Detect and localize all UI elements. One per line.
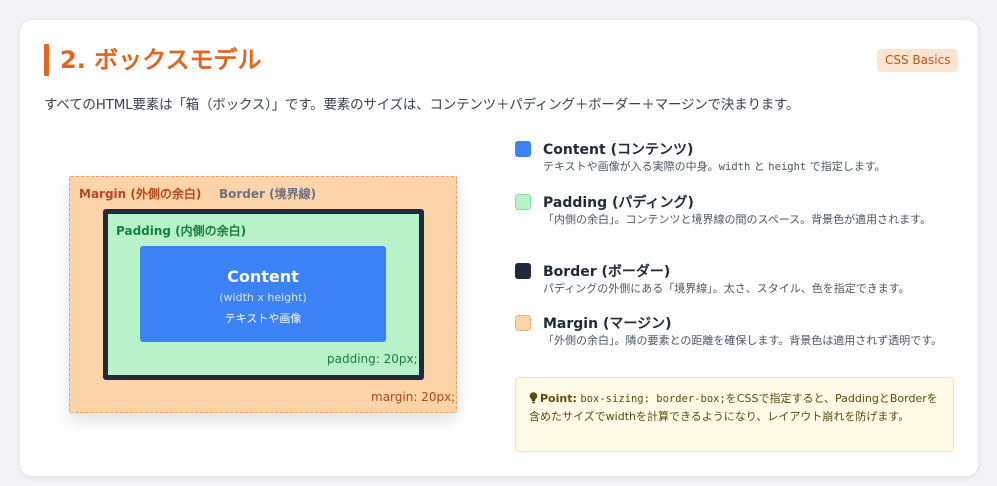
content-description: テキストや画像: [224, 312, 302, 325]
section-title: 2. ボックスモデル: [60, 46, 262, 74]
legend-title: Margin (マージン): [543, 316, 672, 332]
margin-code-label: margin: 20px;: [371, 390, 456, 404]
content-area: Content (width x height) テキストや画像: [140, 246, 386, 342]
point-callout: Point: box-sizing: border-box;をCSSで指定すると…: [515, 377, 954, 452]
lightbulb-icon: [529, 392, 538, 404]
content-swatch: [515, 141, 531, 157]
padding-code-label: padding: 20px;: [327, 352, 418, 366]
height-code: height: [768, 161, 807, 173]
legend-title: Content (コンテンツ): [543, 142, 694, 158]
legend-description: 「外側の余白」。隣の要素との距離を確保します。背景色は適用されず透明です。: [543, 334, 943, 347]
margin-swatch: [515, 315, 531, 331]
legend-description: 「内側の余白」。コンテンツと境界線の間のスペース。背景色が適用されます。: [543, 213, 932, 226]
width-code: width: [718, 161, 751, 173]
box-sizing-code: box-sizing: border-box;: [580, 393, 726, 405]
margin-label: Margin (外側の余白): [79, 187, 202, 201]
title-accent-bar: [44, 44, 49, 76]
padding-label: Padding (内側の余白): [116, 224, 247, 238]
legend-description: テキストや画像が入る実際の中身。width と height で指定します。: [543, 160, 886, 173]
border-swatch: [515, 263, 531, 279]
border-label: Border (境界線): [219, 187, 317, 201]
category-badge: CSS Basics: [877, 49, 959, 72]
legend-title: Padding (パディング): [543, 195, 694, 211]
padding-swatch: [515, 194, 531, 210]
content-dimensions: (width x height): [219, 291, 307, 304]
legend-description: パディングの外側にある「境界線」。太さ、スタイル、色を指定できます。: [543, 282, 910, 295]
content-title: Content: [227, 267, 299, 286]
legend-title: Border (ボーダー): [543, 264, 671, 280]
intro-text: すべてのHTML要素は「箱（ボックス）」です。要素のサイズは、コンテンツ＋パディ…: [44, 97, 800, 113]
point-label: Point:: [540, 392, 577, 405]
